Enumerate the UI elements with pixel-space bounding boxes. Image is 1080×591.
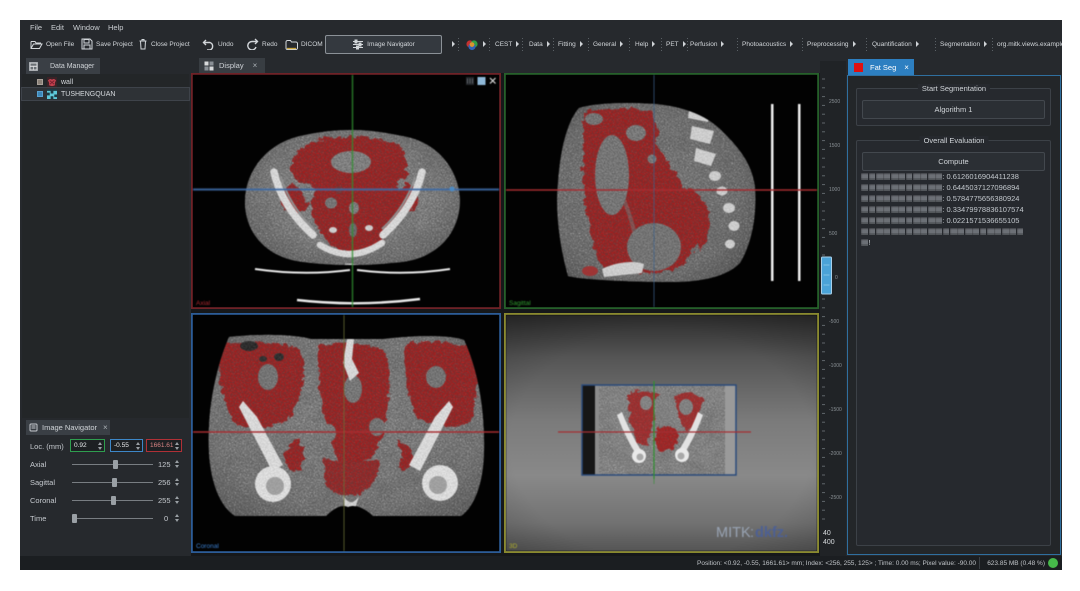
- svg-text:Sagittal: Sagittal: [509, 300, 531, 307]
- svg-text:-2500: -2500: [829, 495, 842, 501]
- svg-text:-1000: -1000: [829, 363, 842, 369]
- svg-text:400: 400: [823, 539, 835, 546]
- svg-text::: :: [750, 525, 754, 541]
- svg-text:1500: 1500: [829, 143, 840, 149]
- svg-text:-2000: -2000: [829, 451, 842, 457]
- svg-text:-1500: -1500: [829, 407, 842, 413]
- svg-text:3D: 3D: [509, 543, 518, 550]
- svg-text:dkfz.: dkfz.: [755, 525, 788, 541]
- svg-text:40: 40: [823, 530, 831, 537]
- svg-text:2500: 2500: [829, 99, 840, 105]
- svg-text:Axial: Axial: [196, 300, 211, 307]
- svg-text:1000: 1000: [829, 187, 840, 193]
- svg-text:500: 500: [829, 231, 838, 237]
- svg-text:-500: -500: [829, 319, 839, 325]
- svg-text:0: 0: [835, 275, 838, 281]
- svg-text:MITK: MITK: [716, 525, 751, 541]
- svg-text:Coronal: Coronal: [196, 543, 219, 550]
